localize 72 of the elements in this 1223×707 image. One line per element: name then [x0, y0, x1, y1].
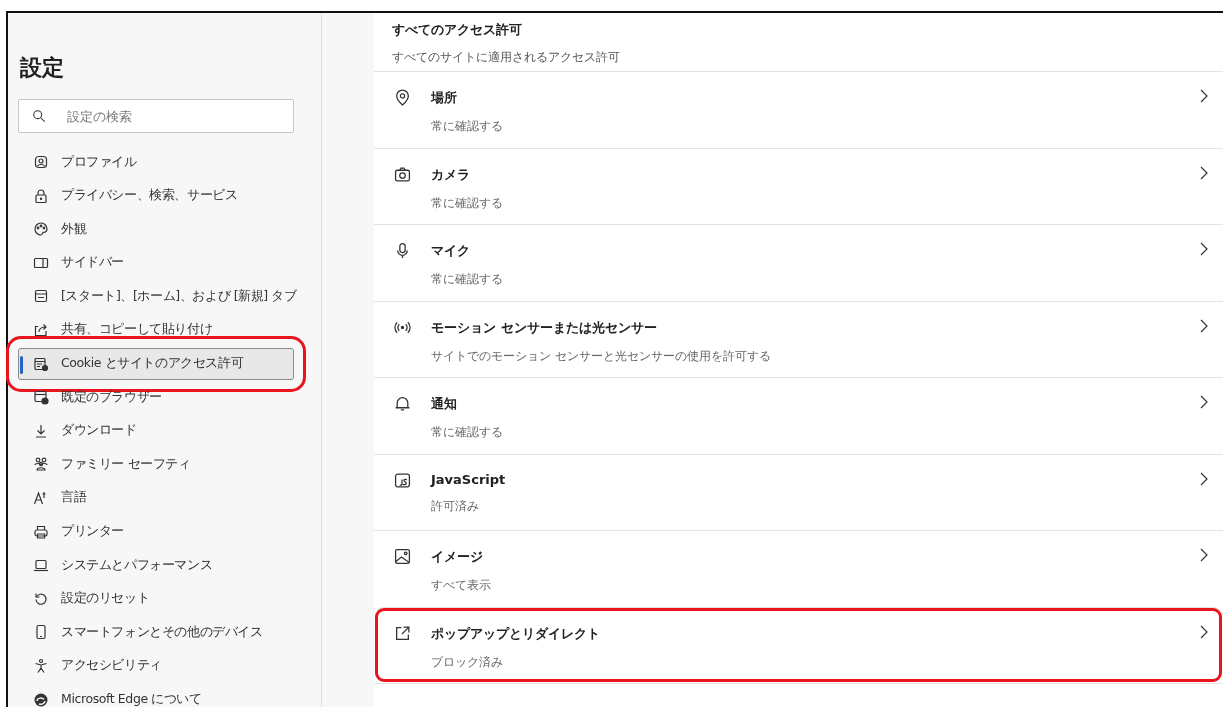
permission-status: ブロック済み	[431, 653, 503, 671]
sidebar-item[interactable]: ダウンロード	[18, 414, 294, 447]
permission-row[interactable]: 通知 常に確認する	[374, 377, 1223, 454]
share-icon	[33, 321, 49, 338]
permission-title: モーション センサーまたは光センサー	[431, 318, 657, 337]
search-field[interactable]: 設定の検索	[18, 99, 294, 133]
sidebar-item[interactable]: 既定のブラウザー	[18, 381, 294, 414]
permission-title: カメラ	[431, 165, 470, 184]
laptop-icon	[33, 557, 49, 574]
sidebar-item[interactable]: プリンター	[18, 515, 294, 548]
sidebar-item[interactable]: 設定のリセット	[18, 582, 294, 615]
chevron-right-icon	[1199, 471, 1209, 486]
smartphone-icon	[33, 624, 49, 641]
image-icon	[394, 548, 411, 565]
sidebar-item[interactable]: アクセシビリティ	[18, 649, 294, 682]
sidebar-item[interactable]: Microsoft Edge について	[18, 683, 294, 707]
chevron-right-icon	[1199, 89, 1209, 103]
camera-icon	[394, 165, 411, 183]
chevron-right-icon	[1199, 165, 1209, 180]
chevron-right-icon	[1199, 624, 1209, 639]
permission-title: マイク	[431, 242, 470, 260]
permission-title: 通知	[431, 395, 457, 413]
palette-icon	[33, 221, 49, 238]
permission-title: ポップアップとリダイレクト	[431, 624, 600, 643]
permission-row[interactable]: カメラ 常に確認する	[374, 147, 1223, 224]
script-file-icon	[394, 471, 411, 489]
browser-check-icon	[33, 389, 49, 406]
permission-row[interactable]: ポップアップとリダイレクト ブロック済み	[374, 606, 1223, 683]
sidebar-item[interactable]: サイドバー	[18, 246, 294, 279]
sidebar-item[interactable]: プロファイル	[18, 146, 294, 178]
family-icon	[33, 456, 49, 473]
permission-status: サイトでのモーション センサーと光センサーの使用を許可する	[431, 347, 771, 365]
permission-title: イメージ	[431, 548, 483, 566]
permission-status: 常に確認する	[431, 194, 503, 212]
sidebar-item[interactable]: 言語	[18, 481, 294, 514]
printer-icon	[33, 523, 49, 540]
permission-row[interactable]: マイク 常に確認する	[374, 224, 1223, 301]
section-subtitle: すべてのサイトに適用されるアクセス許可	[392, 49, 620, 66]
settings-title: 設定	[20, 54, 64, 82]
permission-status: 常に確認する	[431, 271, 503, 288]
permission-status: 常に確認する	[431, 118, 503, 135]
permission-status: 許可済み	[431, 497, 479, 515]
sidebar-item[interactable]: 外観	[18, 213, 294, 246]
tab-page-icon	[33, 288, 49, 305]
chevron-right-icon	[1199, 548, 1209, 562]
person-card-icon	[33, 154, 49, 170]
bell-icon	[394, 395, 411, 412]
permission-title: JavaScript	[431, 471, 506, 487]
microphone-icon	[394, 242, 411, 259]
chevron-right-icon	[1199, 242, 1209, 256]
language-icon	[33, 489, 49, 506]
location-pin-icon	[394, 89, 411, 106]
sidebar-item[interactable]: スマートフォンとその他のデバイス	[18, 616, 294, 649]
sidebar-item[interactable]: プライバシー、検索、サービス	[18, 179, 294, 212]
sidebar-item[interactable]: 共有、コピーして貼り付け	[18, 313, 294, 346]
permission-row[interactable]: イメージ すべて表示	[374, 530, 1223, 607]
sidebar-item[interactable]: システムとパフォーマンス	[18, 549, 294, 582]
permission-row[interactable]: JavaScript 許可済み	[374, 453, 1223, 530]
chevron-right-icon	[1199, 395, 1209, 409]
accessibility-icon	[33, 657, 49, 674]
permission-status: すべて表示	[431, 577, 491, 594]
section-title: すべてのアクセス許可	[392, 21, 522, 39]
permission-title: 場所	[431, 89, 457, 107]
chevron-right-icon	[1199, 318, 1209, 333]
download-icon	[33, 422, 49, 439]
external-link-icon	[394, 624, 411, 642]
padlock-icon	[33, 187, 49, 204]
permission-row[interactable]: 場所 常に確認する	[374, 71, 1223, 148]
cookie-page-icon	[33, 355, 49, 372]
permission-row[interactable]: モーション センサーまたは光センサー サイトでのモーション センサーと光センサーの使用を許可する	[374, 300, 1223, 377]
permission-status: 常に確認する	[431, 424, 503, 441]
sidebar-item[interactable]: ファミリー セーフティ	[18, 448, 294, 481]
